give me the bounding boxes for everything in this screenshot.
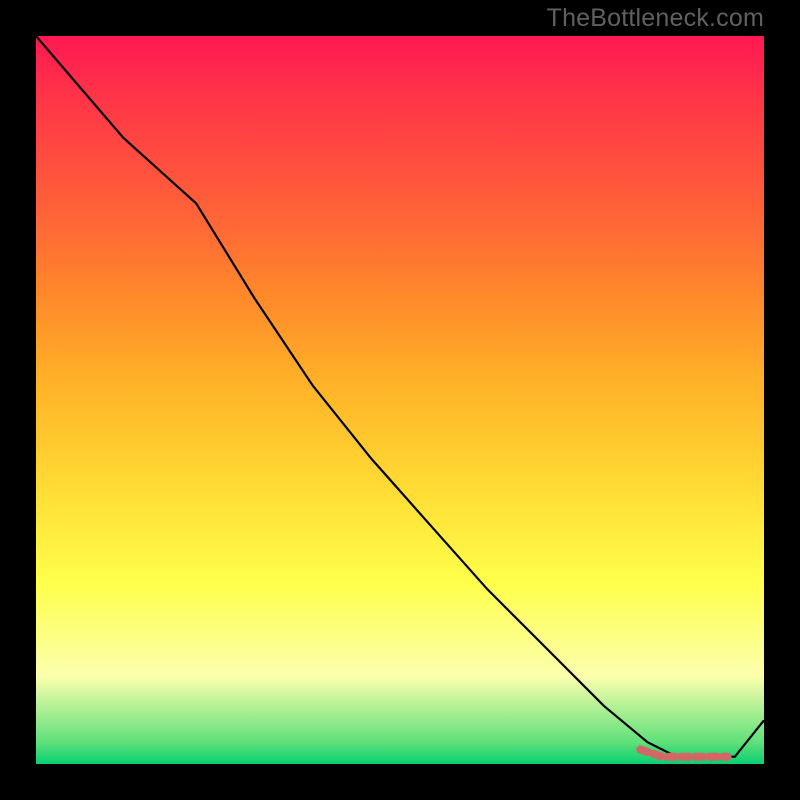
marker-segment xyxy=(640,749,727,756)
watermark-text: TheBottleneck.com xyxy=(547,4,764,33)
chart-svg xyxy=(36,36,764,764)
main-curve xyxy=(36,36,764,757)
chart-stage: TheBottleneck.com xyxy=(0,0,800,800)
